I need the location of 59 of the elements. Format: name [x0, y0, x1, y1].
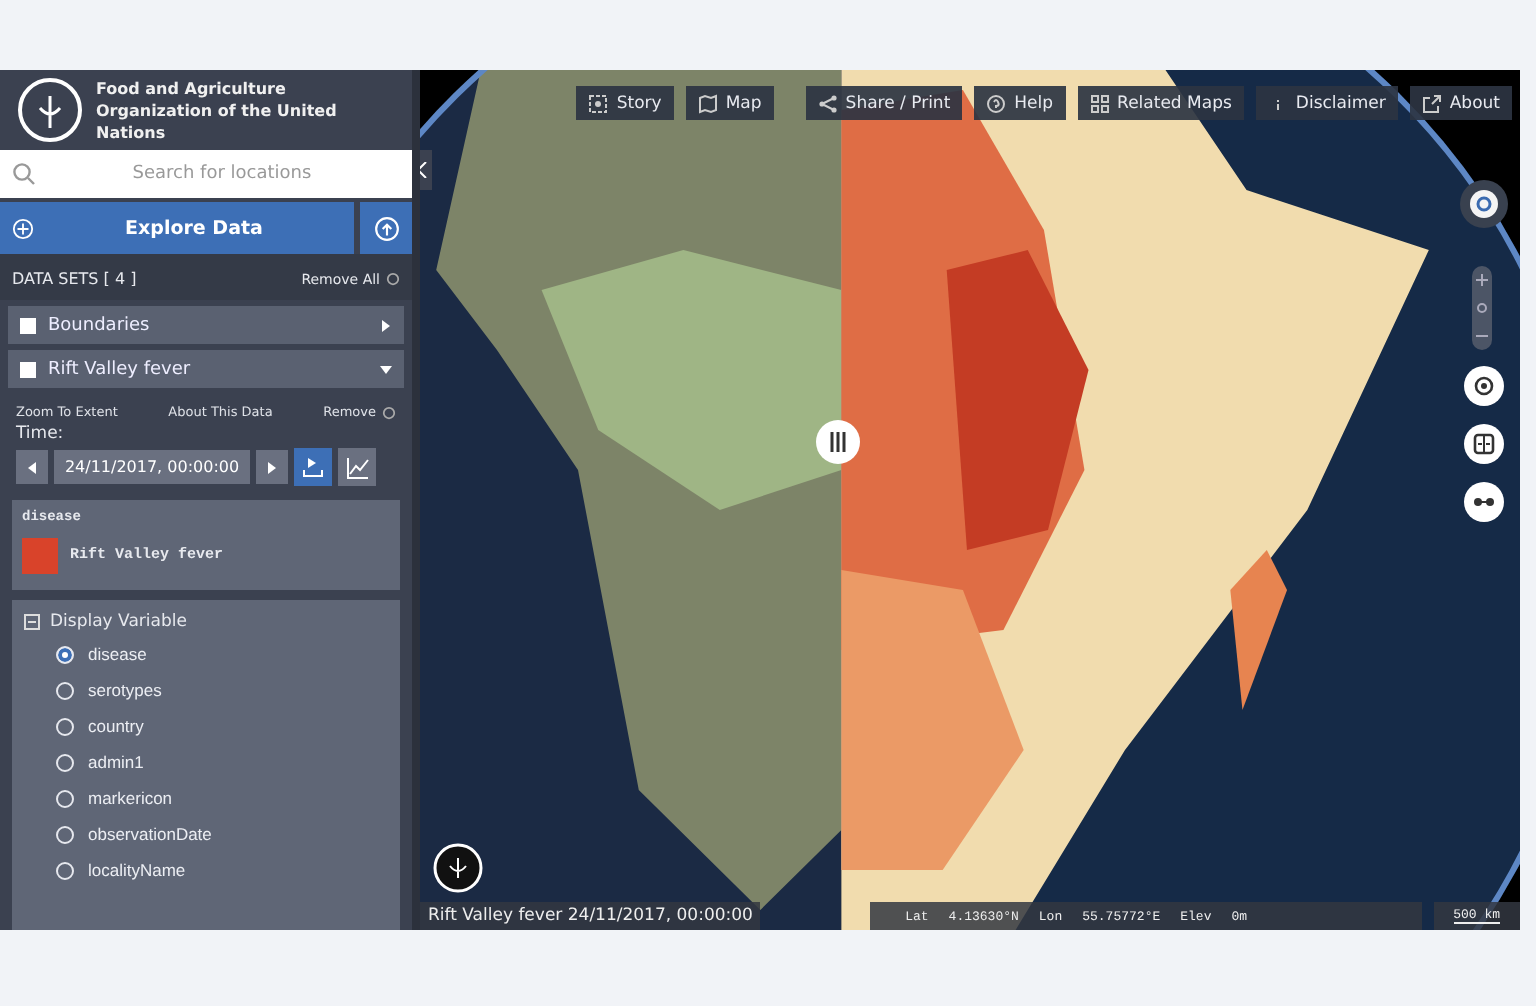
radio-option[interactable]: markericon — [24, 780, 388, 816]
toolbar-button[interactable]: Story — [576, 86, 674, 120]
dataset-row[interactable]: Rift Valley fever — [8, 350, 404, 388]
circle-icon — [382, 405, 396, 419]
time-value[interactable]: 24/11/2017, 00:00:00 — [54, 450, 250, 484]
reset-icon — [1476, 302, 1488, 314]
play-icon — [302, 456, 324, 478]
split-view-icon — [1472, 432, 1496, 456]
minus-icon — [1476, 330, 1488, 342]
datasets-heading: DATA SETS [ 4 ] — [12, 270, 137, 288]
help-icon — [986, 93, 1007, 113]
right-triangle-icon — [268, 461, 276, 473]
toolbar-button[interactable]: Help — [974, 86, 1066, 120]
map-icon — [697, 93, 718, 113]
search-icon — [12, 162, 36, 186]
toolbar-button[interactable]: Disclaimer — [1255, 86, 1398, 120]
circle-icon — [386, 272, 400, 286]
collapse-icon[interactable] — [24, 614, 40, 630]
display-variable-title: Display Variable — [50, 612, 187, 632]
upload-button[interactable] — [360, 202, 412, 254]
compass-icon — [1468, 188, 1500, 220]
dataset-row[interactable]: Boundaries — [8, 306, 404, 344]
toolbar-button[interactable]: Map — [685, 86, 774, 120]
checkbox-icon — [20, 317, 36, 333]
organization-name: Food and Agriculture Organization of the United Nations — [96, 77, 339, 143]
plus-icon — [1476, 274, 1488, 286]
chevron-left-icon — [420, 162, 427, 178]
radio-option[interactable]: country — [24, 708, 388, 744]
emblem-logo — [432, 842, 484, 894]
chart-button[interactable] — [338, 448, 376, 486]
previous-time-button[interactable] — [16, 450, 48, 484]
line-chart-icon — [345, 455, 369, 479]
radio-option[interactable]: admin1 — [24, 744, 388, 780]
next-time-button[interactable] — [256, 450, 288, 484]
toolbar-button[interactable]: Related Maps — [1077, 86, 1244, 120]
plus-icon — [12, 217, 34, 239]
share-icon — [817, 93, 838, 113]
explore-data-button[interactable]: Explore Data — [0, 202, 354, 254]
checkbox-icon — [20, 361, 36, 377]
grid-icon — [1089, 93, 1110, 113]
toolbar-button[interactable]: About — [1409, 86, 1512, 120]
frame-icon — [588, 93, 609, 113]
left-triangle-icon — [28, 461, 36, 473]
upload-icon — [373, 215, 399, 241]
emblem-logo — [16, 76, 84, 144]
time-label: Time: — [14, 424, 66, 444]
play-button[interactable] — [294, 448, 332, 486]
radio-option[interactable]: localityName — [24, 852, 388, 888]
external-link-icon — [1421, 93, 1442, 113]
radio-option[interactable]: serotypes — [24, 672, 388, 708]
crosshair-icon — [1472, 374, 1496, 398]
globe-map-drawing[interactable] — [420, 70, 1520, 930]
grip-icon — [830, 432, 846, 452]
search-field[interactable]: Search for locations — [0, 150, 412, 198]
layer-date-caption: Rift Valley fever 24/11/2017, 00:00:00 — [420, 902, 761, 930]
toolbar-button[interactable]: Share / Print — [805, 86, 963, 120]
radio-option[interactable]: observationDate — [24, 816, 388, 852]
zoom-control[interactable] — [1472, 266, 1492, 350]
radio-option[interactable]: disease — [24, 636, 388, 672]
